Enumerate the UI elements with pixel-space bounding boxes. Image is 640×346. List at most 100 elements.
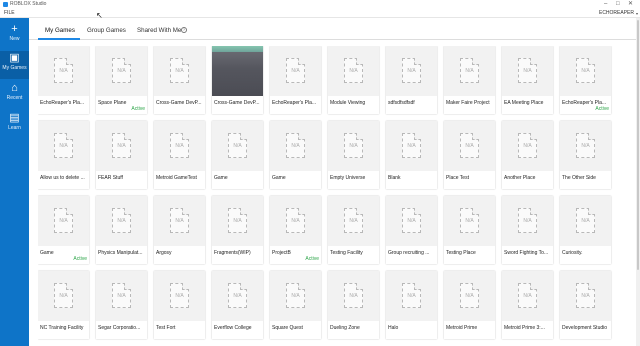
file-menu[interactable]: FILE bbox=[4, 10, 15, 17]
game-card[interactable]: N/A Game bbox=[212, 121, 263, 189]
game-card[interactable]: N/A FEAR Stuff bbox=[96, 121, 147, 189]
tab-shared-with-me[interactable]: Shared With Me bbox=[137, 27, 181, 35]
game-card[interactable]: N/A Halo bbox=[386, 271, 437, 339]
game-card[interactable]: N/A Metroid Prime bbox=[444, 271, 495, 339]
placeholder-text: N/A bbox=[233, 143, 242, 149]
game-card[interactable]: N/A Allow us to delete ... bbox=[38, 121, 89, 189]
game-card[interactable]: N/A Place Test bbox=[444, 121, 495, 189]
placeholder-document-icon: N/A bbox=[228, 133, 247, 158]
game-card[interactable]: N/A Metroid GameTest bbox=[154, 121, 205, 189]
sidebar-item-label: Learn bbox=[8, 125, 21, 131]
game-card[interactable]: N/A ProjectB Active bbox=[270, 196, 321, 264]
placeholder-text: N/A bbox=[581, 293, 590, 299]
game-card[interactable]: Cross-Game DevP... bbox=[212, 46, 263, 114]
game-card[interactable]: N/A Blank bbox=[386, 121, 437, 189]
placeholder-document-icon: N/A bbox=[286, 133, 305, 158]
placeholder-document-icon: N/A bbox=[460, 58, 479, 83]
tab-my-games[interactable]: My Games bbox=[45, 27, 75, 35]
game-thumbnail: N/A bbox=[38, 271, 89, 321]
placeholder-text: N/A bbox=[291, 143, 300, 149]
game-thumbnail: N/A bbox=[560, 271, 611, 321]
placeholder-text: N/A bbox=[407, 68, 416, 74]
game-card[interactable]: N/A Development Studio bbox=[560, 271, 611, 339]
game-card[interactable]: N/A Curiosity. bbox=[560, 196, 611, 264]
game-card[interactable]: N/A EchoReaper's Pla... Active bbox=[560, 46, 611, 114]
game-card[interactable]: N/A sdfsdfsdfsdf bbox=[386, 46, 437, 114]
game-name: FEAR Stuff bbox=[98, 175, 123, 181]
game-card[interactable]: N/A Game Active bbox=[38, 196, 89, 264]
placeholder-document-icon: N/A bbox=[286, 283, 305, 308]
scrollbar[interactable] bbox=[636, 18, 640, 346]
game-thumbnail: N/A bbox=[502, 46, 553, 96]
sidebar-item-learn[interactable]: ▤ Learn bbox=[0, 111, 29, 139]
placeholder-document-icon: N/A bbox=[54, 58, 73, 83]
game-card[interactable]: N/A Segar Corporatio... bbox=[96, 271, 147, 339]
game-card[interactable]: N/A Fragments(WIP) bbox=[212, 196, 263, 264]
game-card[interactable]: N/A Testing Facility bbox=[328, 196, 379, 264]
game-card[interactable]: N/A Sword Fighting To... bbox=[502, 196, 553, 264]
game-card[interactable]: N/A Cross-Game DevP... bbox=[154, 46, 205, 114]
game-card[interactable]: N/A NC Training Facility bbox=[38, 271, 89, 339]
thumbnail-sky bbox=[212, 46, 263, 52]
sidebar-item-new[interactable]: + New bbox=[0, 22, 29, 50]
placeholder-text: N/A bbox=[465, 68, 474, 74]
placeholder-document-icon: N/A bbox=[460, 208, 479, 233]
book-icon: ▤ bbox=[9, 112, 20, 124]
game-card[interactable]: N/A EchoReaper's Pla... bbox=[38, 46, 89, 114]
game-thumbnail: N/A bbox=[444, 271, 495, 321]
game-name: Game bbox=[272, 175, 286, 181]
help-icon[interactable]: ? bbox=[181, 27, 187, 33]
placeholder-document-icon: N/A bbox=[344, 208, 363, 233]
chevron-down-icon[interactable]: ▾ bbox=[636, 10, 638, 17]
game-card[interactable]: N/A Physics Manipulat... bbox=[96, 196, 147, 264]
game-name: Physics Manipulat... bbox=[98, 250, 143, 256]
placeholder-document-icon: N/A bbox=[170, 283, 189, 308]
minimize-icon[interactable]: – bbox=[604, 0, 607, 8]
game-thumbnail: N/A bbox=[386, 271, 437, 321]
placeholder-text: N/A bbox=[59, 68, 68, 74]
game-card[interactable]: N/A Empty Universe bbox=[328, 121, 379, 189]
game-thumbnail: N/A bbox=[560, 121, 611, 171]
game-card[interactable]: N/A EchoReaper's Pla... bbox=[270, 46, 321, 114]
game-name: Metroid Prime 3:... bbox=[504, 325, 545, 331]
game-thumbnail: N/A bbox=[38, 46, 89, 96]
game-card[interactable]: N/A Game bbox=[270, 121, 321, 189]
game-card[interactable]: N/A Maker Faire Project bbox=[444, 46, 495, 114]
game-thumbnail: N/A bbox=[212, 271, 263, 321]
placeholder-document-icon: N/A bbox=[286, 58, 305, 83]
game-card[interactable]: N/A Group recruiting ... bbox=[386, 196, 437, 264]
game-card[interactable]: N/A Argosy bbox=[154, 196, 205, 264]
user-menu[interactable]: ECHOREAPER bbox=[599, 10, 634, 17]
placeholder-document-icon: N/A bbox=[170, 58, 189, 83]
tab-group-games[interactable]: Group Games bbox=[87, 27, 126, 35]
game-card[interactable]: N/A Dueling Zone bbox=[328, 271, 379, 339]
sidebar-item-recent[interactable]: ⌂ Recent bbox=[0, 81, 29, 109]
placeholder-document-icon: N/A bbox=[344, 283, 363, 308]
game-card[interactable]: N/A The Other Side bbox=[560, 121, 611, 189]
game-card[interactable]: N/A Another Place bbox=[502, 121, 553, 189]
game-thumbnail: N/A bbox=[444, 121, 495, 171]
game-card[interactable]: N/A Testing Place bbox=[444, 196, 495, 264]
game-name: EchoReaper's Pla... bbox=[272, 100, 317, 106]
placeholder-text: N/A bbox=[465, 218, 474, 224]
game-card[interactable]: N/A EA Meeting Place bbox=[502, 46, 553, 114]
status-badge: Active bbox=[73, 256, 87, 262]
game-card[interactable]: N/A Square Quest bbox=[270, 271, 321, 339]
status-badge: Active bbox=[595, 106, 609, 112]
game-card[interactable]: N/A Module Viewing bbox=[328, 46, 379, 114]
game-name: Curiosity. bbox=[562, 250, 583, 256]
game-thumbnail: N/A bbox=[328, 271, 379, 321]
game-thumbnail: N/A bbox=[38, 196, 89, 246]
game-thumbnail: N/A bbox=[96, 121, 147, 171]
placeholder-document-icon: N/A bbox=[112, 58, 131, 83]
game-card[interactable]: N/A Test Fort bbox=[154, 271, 205, 339]
sidebar-item-my-games[interactable]: ▣ My Games bbox=[0, 51, 29, 79]
game-card[interactable]: N/A Metroid Prime 3:... bbox=[502, 271, 553, 339]
game-card[interactable]: N/A Everflow College bbox=[212, 271, 263, 339]
scrollbar-thumb[interactable] bbox=[637, 20, 639, 270]
game-name: Maker Faire Project bbox=[446, 100, 490, 106]
game-card[interactable]: N/A Space Plane Active bbox=[96, 46, 147, 114]
maximize-icon[interactable]: □ bbox=[616, 0, 620, 8]
game-thumbnail: N/A bbox=[270, 271, 321, 321]
close-icon[interactable]: ✕ bbox=[628, 0, 633, 8]
